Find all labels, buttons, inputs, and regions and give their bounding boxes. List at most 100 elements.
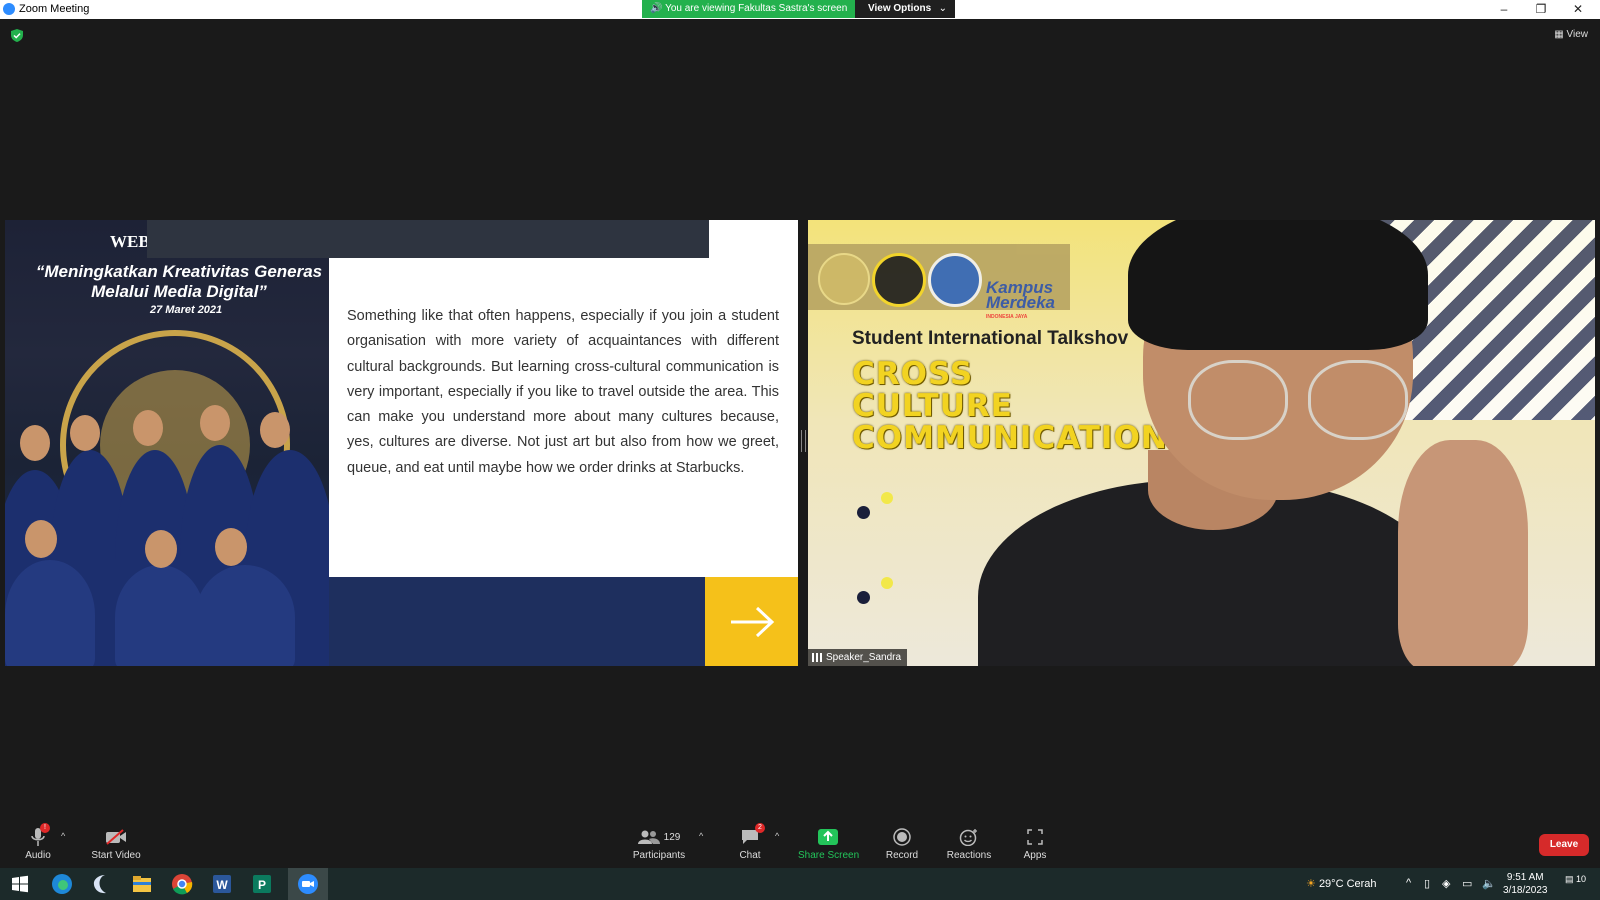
slide-photo-date: 27 Maret 2021 <box>150 304 223 316</box>
talkshow-title: CROSS CULTURE COMMUNICATION <box>852 358 1168 454</box>
svg-text:P: P <box>258 878 266 892</box>
share-status-banner: 🔊 You are viewing Fakultas Sastra's scre… <box>642 0 855 18</box>
logo-emblem-2 <box>872 253 926 307</box>
person-figure <box>195 565 295 666</box>
view-options-label: View Options <box>868 3 932 14</box>
notification-icon: ▤ <box>1565 874 1574 884</box>
quote-line-2: Melalui Media Digital” <box>91 282 267 301</box>
shared-screen-pane: WEB “Meningkatkan Kreativitas Generas Me… <box>5 220 798 666</box>
volume-icon[interactable]: 🔈 <box>1482 877 1496 890</box>
speaker-hand <box>1398 440 1528 666</box>
slide-next-arrow <box>705 577 798 666</box>
slide-group-photo: WEB “Meningkatkan Kreativitas Generas Me… <box>5 220 329 666</box>
slide-footer-bar <box>329 577 705 666</box>
speaker-hair <box>1128 220 1428 350</box>
participants-options-caret[interactable]: ^ <box>699 831 703 841</box>
microphone-icon <box>18 826 58 848</box>
video-off-icon <box>86 826 146 848</box>
slide-web-label: WEB <box>110 232 150 251</box>
participants-button[interactable]: 129 Participants <box>630 826 688 861</box>
close-button[interactable]: ✕ <box>1560 0 1596 18</box>
network-icon[interactable]: ▭ <box>1462 877 1472 890</box>
window-title: Zoom Meeting <box>19 3 90 15</box>
person-face <box>260 412 290 448</box>
zoom-app-icon <box>3 3 15 15</box>
participants-icon: 129 <box>630 826 688 848</box>
decor-dot <box>857 506 870 519</box>
clock-time: 9:51 AM <box>1506 872 1544 883</box>
person-figure <box>115 565 205 666</box>
grid-icon: ▦ <box>1554 29 1564 40</box>
person-face <box>145 530 177 568</box>
pane-splitter-handle[interactable] <box>801 430 806 452</box>
restore-button[interactable]: ❐ <box>1523 0 1559 18</box>
notification-count: 10 <box>1576 874 1587 884</box>
audio-button[interactable]: ! Audio <box>18 823 58 861</box>
tray-security-icon[interactable]: ◈ <box>1442 877 1450 890</box>
reactions-button[interactable]: Reactions <box>946 826 992 861</box>
chevron-down-icon: ⌄ <box>938 3 947 14</box>
participant-name: Speaker_Sandra <box>826 652 902 663</box>
encryption-shield-icon[interactable] <box>11 29 23 42</box>
chat-options-caret[interactable]: ^ <box>775 831 779 841</box>
file-explorer-icon[interactable] <box>130 872 154 896</box>
audio-alert-badge: ! <box>40 823 50 833</box>
logo-emblem-1 <box>818 253 870 305</box>
apps-button[interactable]: Apps <box>1021 826 1049 861</box>
edge-browser-icon[interactable] <box>50 872 74 896</box>
sponsor-logos-banner: Kampus Merdeka INDONESIA JAYA <box>808 244 1070 320</box>
windows-start-icon[interactable] <box>8 872 32 896</box>
slide-body-text: Something like that often happens, espec… <box>347 308 779 476</box>
leave-button[interactable]: Leave <box>1539 834 1589 856</box>
glasses-right-lens <box>1308 360 1408 440</box>
notification-center-button[interactable]: ▤ 10 <box>1565 874 1586 885</box>
slide-header-bar <box>147 220 709 258</box>
share-screen-button[interactable]: Share Screen <box>798 826 860 861</box>
record-button[interactable]: Record <box>882 826 922 861</box>
weather-text: 29°C Cerah <box>1318 878 1377 890</box>
record-icon <box>882 826 922 848</box>
audio-options-caret[interactable]: ^ <box>61 831 65 841</box>
smiley-icon <box>946 826 992 848</box>
person-face <box>200 405 230 441</box>
tray-chevron-up-icon[interactable]: ^ <box>1406 877 1411 889</box>
zoom-taskbar-button[interactable] <box>288 868 328 900</box>
share-banner-text: You are viewing Fakultas Sastra's screen <box>665 3 848 14</box>
logo-emblem-3 <box>928 253 982 307</box>
participants-count: 129 <box>663 831 681 843</box>
record-label: Record <box>885 850 919 861</box>
share-screen-label: Share Screen <box>798 850 860 861</box>
publisher-app-icon[interactable]: P <box>250 872 274 896</box>
taskbar-clock[interactable]: 9:51 AM 3/18/2023 <box>1503 871 1548 897</box>
start-video-button[interactable]: Start Video <box>86 826 146 861</box>
chat-label: Chat <box>739 850 761 861</box>
title-line-2: CULTURE <box>852 388 1013 424</box>
weather-widget[interactable]: ☀ 29°C Cerah <box>1306 877 1377 890</box>
view-layout-button[interactable]: ▦ View <box>1554 29 1588 40</box>
minimize-button[interactable]: – <box>1486 0 1522 18</box>
chat-unread-badge: 2 <box>755 823 765 833</box>
start-video-label: Start Video <box>91 850 141 861</box>
zoom-app-icon <box>298 874 318 894</box>
window-titlebar: Zoom Meeting 🔊 You are viewing Fakultas … <box>0 0 1600 19</box>
person-figure <box>5 560 95 666</box>
title-line-1: CROSS <box>852 356 974 392</box>
speaker-icon: 🔊 <box>650 3 663 14</box>
quote-line-1: “Meningkatkan Kreativitas Generas <box>35 262 323 281</box>
speaker-video-pane: Kampus Merdeka INDONESIA JAYA Student In… <box>808 220 1595 666</box>
moon-app-icon[interactable] <box>90 872 114 896</box>
arrow-right-icon <box>731 606 775 638</box>
audio-label: Audio <box>25 850 51 861</box>
participants-label: Participants <box>632 850 686 861</box>
view-options-button[interactable]: View Options ⌄ <box>855 0 955 18</box>
apps-label: Apps <box>1023 850 1047 861</box>
person-face <box>133 410 163 446</box>
person-face <box>20 425 50 461</box>
chat-button[interactable]: 2 Chat <box>735 823 765 861</box>
person-face <box>70 415 100 451</box>
word-app-icon[interactable]: W <box>210 872 234 896</box>
chrome-browser-icon[interactable] <box>170 872 194 896</box>
kampus-subtitle: INDONESIA JAYA <box>986 314 1028 320</box>
signal-bars-icon <box>812 653 822 662</box>
tray-device-icon[interactable]: ▯ <box>1424 877 1430 890</box>
